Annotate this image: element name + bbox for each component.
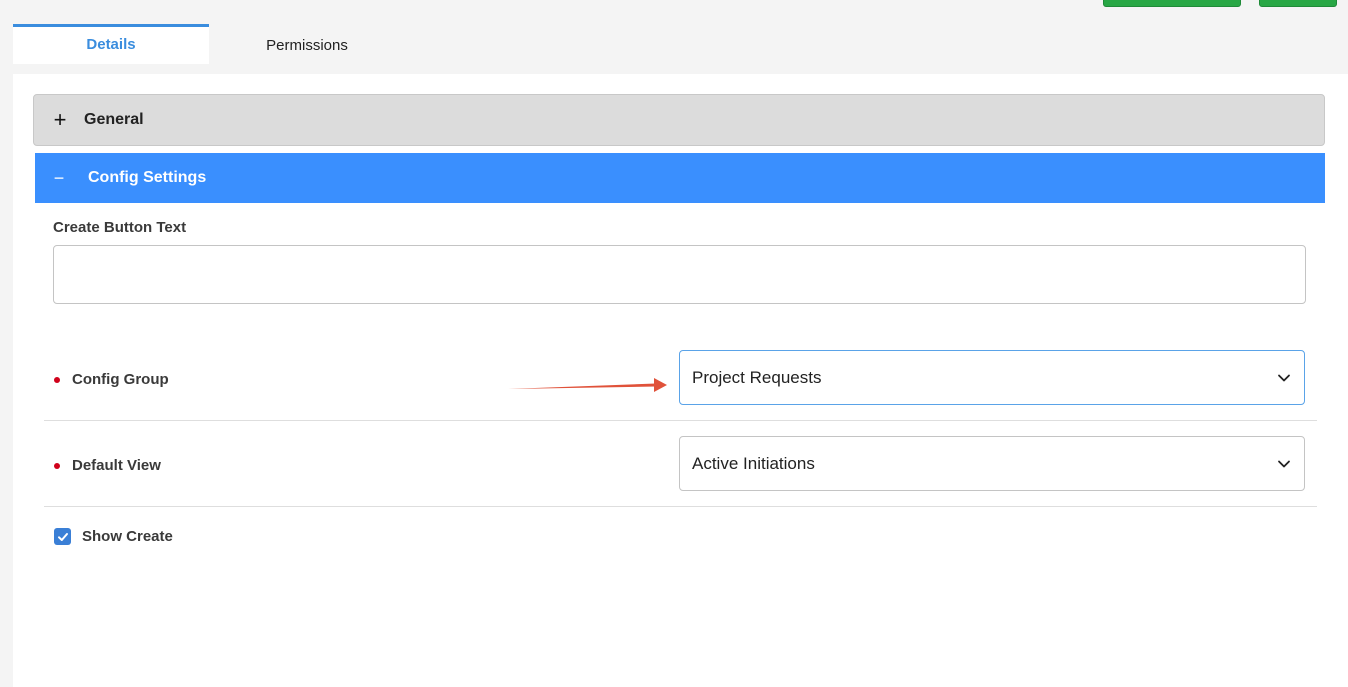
required-indicator xyxy=(54,462,60,469)
accordion-general-header[interactable]: + General xyxy=(33,94,1325,146)
required-indicator xyxy=(54,376,60,383)
config-group-label: Config Group xyxy=(72,371,169,388)
default-view-select[interactable]: Active Initiations xyxy=(679,436,1305,491)
default-view-label-row: Default View xyxy=(54,457,161,474)
chevron-down-icon xyxy=(1278,374,1290,381)
accordion-config-settings-header[interactable]: − Config Settings xyxy=(35,153,1325,203)
top-action-button-secondary[interactable] xyxy=(1259,0,1337,7)
default-view-label: Default View xyxy=(72,457,161,474)
show-create-label: Show Create xyxy=(82,528,173,545)
config-group-label-row: Config Group xyxy=(54,371,169,388)
details-panel: + General − Config Settings Create Butto… xyxy=(13,74,1348,687)
top-action-button-primary[interactable] xyxy=(1103,0,1241,7)
divider xyxy=(44,420,1317,421)
create-button-text-input[interactable] xyxy=(53,245,1306,304)
checkmark-icon xyxy=(57,532,68,541)
tab-bar: Details Permissions xyxy=(13,24,405,64)
plus-icon: + xyxy=(53,107,67,132)
default-view-value: Active Initiations xyxy=(692,453,815,473)
show-create-checkbox[interactable] xyxy=(54,528,71,545)
minus-icon: − xyxy=(53,168,65,188)
config-group-value: Project Requests xyxy=(692,367,822,387)
config-group-select[interactable]: Project Requests xyxy=(679,350,1305,405)
tab-details[interactable]: Details xyxy=(13,24,209,64)
tab-permissions[interactable]: Permissions xyxy=(209,24,405,64)
accordion-general-title: General xyxy=(84,111,144,128)
annotation-arrow-icon xyxy=(508,378,667,392)
accordion-config-settings-title: Config Settings xyxy=(88,169,207,186)
chevron-down-icon xyxy=(1278,460,1290,467)
divider xyxy=(44,506,1317,507)
create-button-text-label: Create Button Text xyxy=(53,219,187,236)
show-create-row: Show Create xyxy=(54,528,173,545)
